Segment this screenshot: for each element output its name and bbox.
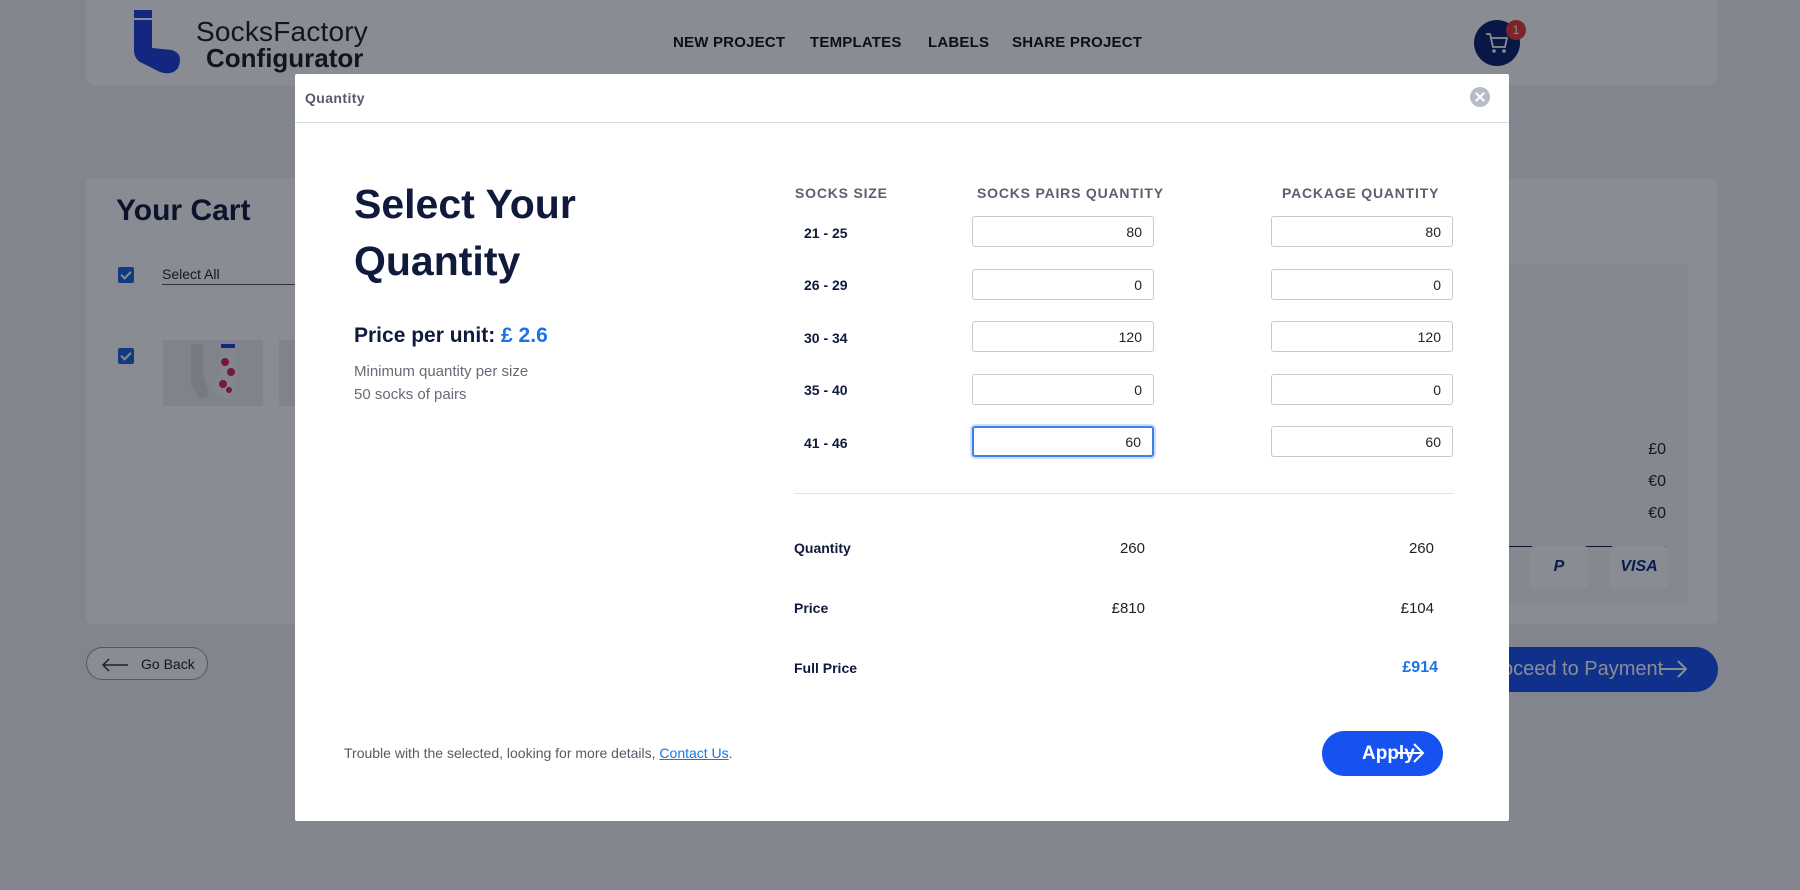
package-quantity-input[interactable] [1271, 426, 1453, 457]
minimum-quantity-note: Minimum quantity per size 50 socks of pa… [354, 363, 529, 403]
apply-button[interactable]: Apply [1322, 731, 1443, 776]
price-pairs-total: £810 [1111, 600, 1145, 617]
pairs-quantity-input[interactable] [972, 426, 1154, 457]
arrow-right-icon [1398, 743, 1425, 763]
quantity-modal: Quantity Select Your Quantity Price per … [295, 74, 1509, 821]
quantity-package-total: 260 [1408, 540, 1434, 557]
package-quantity-input[interactable] [1271, 216, 1453, 247]
price-per-unit-value: £ 2.6 [501, 324, 548, 347]
price-per-unit: Price per unit: £ 2.6 [354, 324, 548, 348]
help-text: Trouble with the selected, looking for m… [344, 745, 733, 761]
price-per-unit-label: Price per unit: [354, 324, 496, 347]
modal-header: Quantity [295, 74, 1509, 123]
full-price-value: £914 [1402, 659, 1438, 676]
close-icon[interactable] [1470, 87, 1490, 107]
pairs-quantity-input[interactable] [972, 321, 1154, 352]
help-text-body: Trouble with the selected, looking for m… [344, 745, 660, 761]
pairs-quantity-input[interactable] [972, 269, 1154, 300]
pairs-quantity-input[interactable] [972, 374, 1154, 405]
package-quantity-input[interactable] [1271, 269, 1453, 300]
package-quantity-input[interactable] [1271, 374, 1453, 405]
quantity-pairs-total: 260 [1119, 540, 1145, 557]
size-label: 26 - 29 [804, 277, 848, 293]
size-label: 41 - 46 [804, 435, 848, 451]
column-header-pairs: SOCKS PAIRS QUANTITY [977, 185, 1164, 201]
package-quantity-input[interactable] [1271, 321, 1453, 352]
column-header-size: SOCKS SIZE [795, 185, 888, 201]
column-header-package: PACKAGE QUANTITY [1282, 185, 1440, 201]
quantity-summary-label: Quantity [794, 540, 851, 556]
price-package-total: £104 [1400, 600, 1434, 617]
contact-us-link[interactable]: Contact Us [659, 745, 728, 761]
modal-header-title: Quantity [305, 90, 365, 106]
modal-title: Select Your Quantity [354, 181, 576, 284]
size-label: 21 - 25 [804, 225, 848, 241]
pairs-quantity-input[interactable] [972, 216, 1154, 247]
table-divider [794, 493, 1454, 494]
full-price-label: Full Price [794, 660, 858, 676]
size-label: 35 - 40 [804, 382, 848, 398]
size-label: 30 - 34 [804, 330, 848, 346]
price-summary-label: Price [794, 600, 829, 616]
help-text-end: . [728, 745, 733, 761]
